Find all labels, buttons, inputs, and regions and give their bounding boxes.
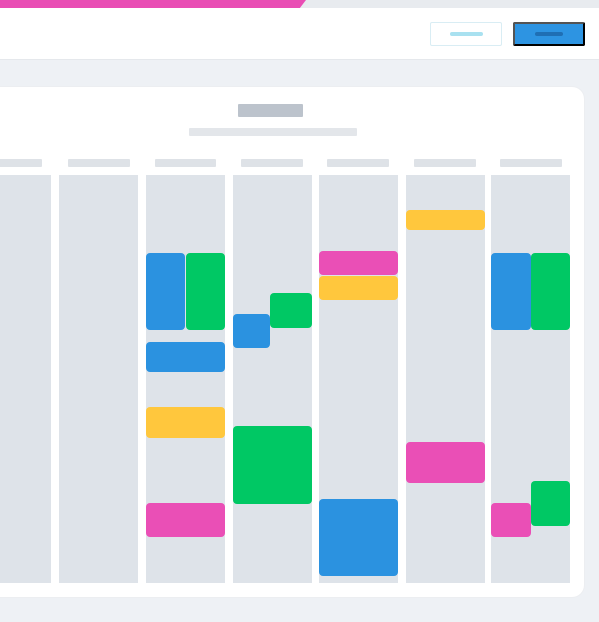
calendar-event-blue[interactable] (146, 253, 185, 330)
calendar-event-yellow[interactable] (406, 210, 485, 230)
primary-button-label (535, 32, 563, 36)
calendar-event-green[interactable] (531, 481, 570, 526)
column-header-5 (327, 159, 389, 167)
calendar-title (238, 104, 303, 117)
column-header-1 (0, 159, 42, 167)
column-header-6 (414, 159, 476, 167)
calendar-event-pink[interactable] (406, 442, 485, 483)
calendar-event-blue[interactable] (319, 499, 398, 576)
calendar-event-pink[interactable] (146, 503, 225, 537)
calendar-subtitle (189, 128, 357, 136)
day-column-6[interactable] (406, 175, 485, 583)
top-accent-bar (0, 0, 306, 8)
primary-action-button[interactable] (513, 22, 585, 46)
calendar-event-blue[interactable] (146, 342, 225, 372)
column-header-2 (68, 159, 130, 167)
secondary-button-label (449, 32, 483, 36)
top-accent-shadow (292, 0, 599, 8)
calendar-app-screen (0, 0, 599, 622)
column-header-3 (155, 159, 216, 167)
calendar-event-blue[interactable] (233, 314, 270, 348)
column-header-4 (241, 159, 303, 167)
calendar-event-green[interactable] (233, 426, 312, 504)
app-topbar (0, 8, 599, 59)
calendar-event-green[interactable] (186, 253, 225, 330)
secondary-action-button[interactable] (430, 22, 502, 46)
column-header-7 (500, 159, 562, 167)
day-column-1[interactable] (0, 175, 51, 583)
day-column-2[interactable] (59, 175, 138, 583)
calendar-event-yellow[interactable] (146, 407, 225, 438)
calendar-event-pink[interactable] (491, 503, 531, 537)
day-column-4[interactable] (233, 175, 312, 583)
calendar-event-green[interactable] (531, 253, 570, 330)
calendar-event-blue[interactable] (491, 253, 531, 330)
calendar-event-green[interactable] (270, 293, 312, 328)
calendar-event-pink[interactable] (319, 251, 398, 275)
calendar-event-yellow[interactable] (319, 276, 398, 300)
